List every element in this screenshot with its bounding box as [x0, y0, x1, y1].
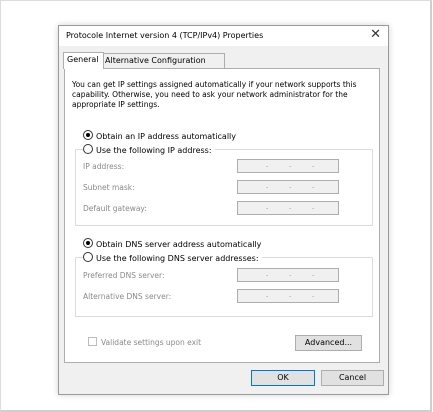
cancel-button[interactable]: Cancel [321, 370, 384, 386]
ip-auto-label: Obtain an IP address automatically [96, 132, 237, 141]
ip-address-field[interactable]: ... [237, 159, 339, 173]
alternative-dns-field[interactable]: ... [237, 289, 339, 303]
dns-manual-option[interactable]: Use the following DNS server addresses: [83, 252, 262, 264]
validate-label: Validate settings upon exit [101, 338, 202, 347]
subnet-mask-label: Subnet mask: [83, 183, 135, 192]
validate-option[interactable]: Validate settings upon exit [88, 337, 201, 347]
dns-auto-radio[interactable] [83, 238, 93, 248]
ip-auto-radio[interactable] [83, 130, 93, 140]
preferred-dns-label: Preferred DNS server: [83, 271, 165, 280]
advanced-button[interactable]: Advanced... [295, 335, 362, 351]
window-title: Protocole Internet version 4 (TCP/IPv4) … [66, 31, 264, 40]
tcp-ipv4-properties-dialog: Protocole Internet version 4 (TCP/IPv4) … [58, 25, 389, 395]
ip-manual-label: Use the following IP address: [96, 146, 212, 155]
default-gateway-field[interactable]: ... [237, 201, 339, 215]
close-icon[interactable]: ✕ [370, 28, 381, 42]
preferred-dns-field[interactable]: ... [237, 268, 339, 282]
dns-manual-radio[interactable] [83, 252, 93, 262]
tab-general[interactable]: General [63, 52, 104, 69]
default-gateway-label: Default gateway: [83, 204, 147, 213]
ok-button[interactable]: OK [251, 370, 315, 386]
ip-manual-option[interactable]: Use the following IP address: [83, 144, 215, 156]
ip-address-label: IP address: [83, 162, 125, 171]
title-bar: Protocole Internet version 4 (TCP/IPv4) … [59, 26, 388, 46]
alternative-dns-label: Alternative DNS server: [83, 292, 172, 301]
ip-auto-option[interactable]: Obtain an IP address automatically [83, 130, 236, 142]
dns-manual-group: Preferred DNS server: ... Alternative DN… [75, 257, 373, 317]
ip-manual-radio[interactable] [83, 144, 93, 154]
dns-auto-label: Obtain DNS server address automatically [96, 240, 262, 249]
subnet-mask-field[interactable]: ... [237, 180, 339, 194]
general-panel: You can get IP settings assigned automat… [64, 68, 380, 363]
ip-manual-group: IP address: ... Subnet mask: ... Default… [75, 149, 373, 226]
tab-alternative-configuration[interactable]: Alternative Configuration [101, 53, 225, 68]
dns-manual-label: Use the following DNS server addresses: [96, 254, 259, 263]
intro-text: You can get IP settings assigned automat… [72, 80, 357, 109]
validate-checkbox[interactable] [88, 337, 97, 346]
dns-auto-option[interactable]: Obtain DNS server address automatically [83, 238, 261, 250]
